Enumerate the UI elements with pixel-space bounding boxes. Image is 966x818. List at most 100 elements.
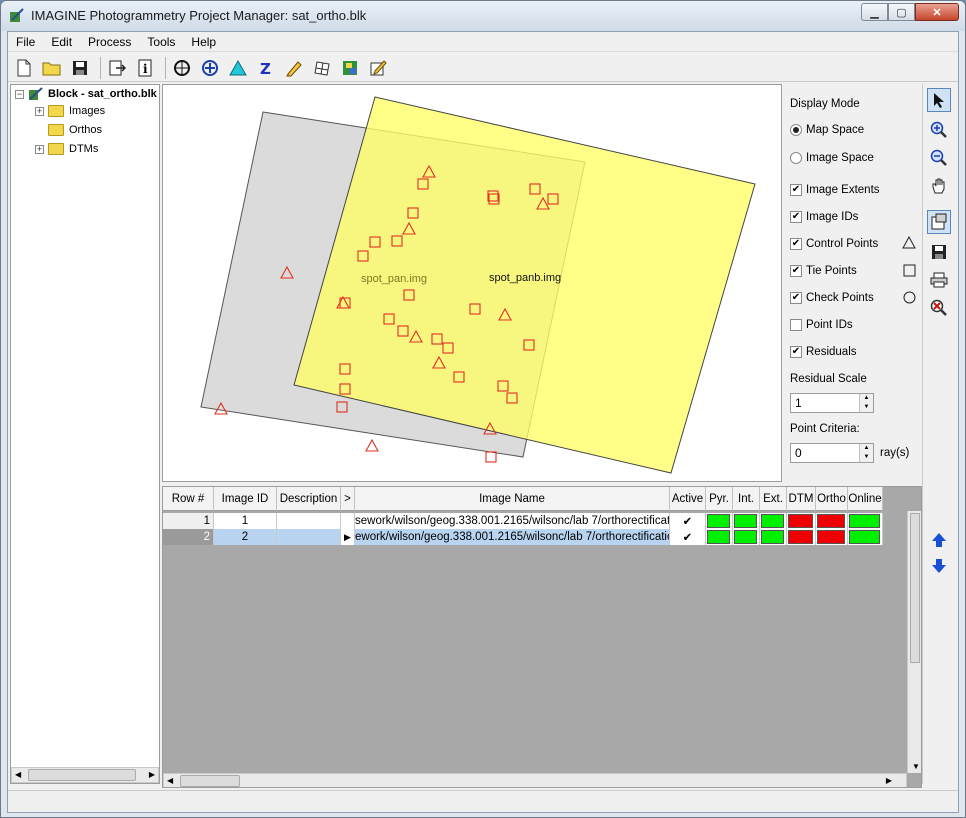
column-header-online[interactable]: Online: [848, 487, 883, 511]
residuals-checkbox[interactable]: ✔ Residuals: [790, 346, 857, 358]
pencil-icon[interactable]: [282, 56, 306, 80]
save-icon[interactable]: [68, 56, 92, 80]
scroll-thumb[interactable]: [28, 769, 136, 781]
column-header-ext[interactable]: Ext.: [760, 487, 787, 511]
image-id-cell[interactable]: 2: [214, 529, 277, 545]
description-cell[interactable]: [277, 513, 341, 529]
point-criteria-value[interactable]: 0: [795, 446, 802, 460]
column-header-row[interactable]: Row #: [163, 487, 214, 511]
column-header-int[interactable]: Int.: [733, 487, 760, 511]
tie-points-checkbox[interactable]: ✔ Tie Points: [790, 265, 857, 277]
scroll-thumb[interactable]: [180, 775, 240, 787]
column-header-dtm[interactable]: DTM: [787, 487, 816, 511]
dtm-status-cell[interactable]: [787, 529, 816, 545]
online-status-cell[interactable]: [848, 513, 883, 529]
checkmark-icon[interactable]: ✔: [790, 238, 802, 250]
exterior-status-cell[interactable]: [760, 513, 787, 529]
image-name-cell[interactable]: sework/wilson/geog.338.001.2165/wilsonc/…: [355, 513, 670, 529]
collapse-icon[interactable]: −: [15, 89, 24, 99]
checkmark-icon[interactable]: ✔: [790, 184, 802, 196]
edit-icon[interactable]: [366, 56, 390, 80]
menu-file[interactable]: File: [8, 35, 43, 49]
move-down-icon[interactable]: [927, 554, 951, 578]
radio-selected-icon[interactable]: [790, 124, 802, 136]
scroll-left-icon[interactable]: ◀: [167, 776, 173, 785]
checkmark-icon[interactable]: ✔: [790, 211, 802, 223]
column-header-image-id[interactable]: Image ID: [214, 487, 277, 511]
menu-tools[interactable]: Tools: [139, 35, 183, 49]
spinner-arrows-icon[interactable]: ▲ ▼: [859, 394, 873, 412]
scroll-down-icon[interactable]: ▼: [912, 762, 920, 771]
online-status-cell[interactable]: [848, 529, 883, 545]
point-ids-checkbox[interactable]: Point IDs: [790, 319, 853, 331]
checkbox-empty[interactable]: [790, 319, 802, 331]
residual-scale-value[interactable]: 1: [795, 396, 802, 410]
column-header-image-name[interactable]: Image Name: [355, 487, 670, 511]
ortho-status-cell[interactable]: [816, 529, 848, 545]
add-points-icon[interactable]: [198, 56, 222, 80]
tree-item-orthos[interactable]: Orthos: [48, 124, 102, 136]
print-icon[interactable]: [927, 268, 951, 292]
zoom-clear-icon[interactable]: [927, 296, 951, 320]
scroll-right-icon[interactable]: ▶: [149, 770, 155, 779]
point-criteria-input[interactable]: 0 ▲ ▼: [790, 443, 874, 463]
column-header-active[interactable]: Active: [670, 487, 706, 511]
tree-horizontal-scrollbar[interactable]: ◀ ▶: [11, 767, 159, 783]
checkmark-icon[interactable]: ✔: [790, 292, 802, 304]
column-header-ortho[interactable]: Ortho: [816, 487, 848, 511]
info-icon[interactable]: i: [133, 56, 157, 80]
ortho-status-cell[interactable]: [816, 513, 848, 529]
ortho-icon[interactable]: [338, 56, 362, 80]
interior-status-cell[interactable]: [733, 513, 760, 529]
interior-status-cell[interactable]: [733, 529, 760, 545]
menu-process[interactable]: Process: [80, 35, 139, 49]
menu-help[interactable]: Help: [183, 35, 224, 49]
residual-scale-input[interactable]: 1 ▲ ▼: [790, 393, 874, 413]
zoom-out-icon[interactable]: [927, 146, 951, 170]
row-number-cell[interactable]: 2: [163, 529, 214, 545]
save-view-icon[interactable]: [927, 240, 951, 264]
checkmark-icon[interactable]: ✔: [790, 346, 802, 358]
open-folder-icon[interactable]: [40, 56, 64, 80]
move-up-icon[interactable]: [927, 528, 951, 552]
column-header-pyr[interactable]: Pyr.: [706, 487, 733, 511]
select-arrow-icon[interactable]: [927, 88, 951, 112]
menu-edit[interactable]: Edit: [43, 35, 80, 49]
scroll-left-icon[interactable]: ◀: [15, 770, 21, 779]
radio-icon[interactable]: [790, 152, 802, 164]
pyramid-status-cell[interactable]: [706, 529, 733, 545]
scroll-thumb[interactable]: [910, 513, 920, 663]
image-space-radio[interactable]: Image Space: [790, 152, 874, 164]
column-header-marker[interactable]: >: [341, 487, 355, 511]
table-vertical-scrollbar[interactable]: ▼: [907, 511, 921, 773]
table-row[interactable]: 1 1 sework/wilson/geog.338.001.2165/wils…: [163, 513, 883, 529]
exterior-status-cell[interactable]: [760, 529, 787, 545]
export-icon[interactable]: [105, 56, 129, 80]
title-bar[interactable]: IMAGINE Photogrammetry Project Manager: …: [1, 1, 965, 31]
tree-root[interactable]: − Block - sat_ortho.blk: [15, 87, 157, 101]
control-point-symbol[interactable]: [365, 438, 379, 452]
new-file-icon[interactable]: [12, 56, 36, 80]
checkmark-icon[interactable]: ✔: [790, 265, 802, 277]
crosshair-icon[interactable]: [170, 56, 194, 80]
properties-icon[interactable]: [927, 210, 951, 234]
image-id-cell[interactable]: 1: [214, 513, 277, 529]
active-checkmark-icon[interactable]: ✔: [670, 513, 706, 529]
description-cell[interactable]: [277, 529, 341, 545]
map-space-radio[interactable]: Map Space: [790, 124, 864, 136]
image-extents-checkbox[interactable]: ✔ Image Extents: [790, 184, 880, 196]
grid-icon[interactable]: [310, 56, 334, 80]
control-points-checkbox[interactable]: ✔ Control Points: [790, 238, 878, 250]
table-row-selected[interactable]: 2 2 ▶ ework/wilson/geog.338.001.2165/wil…: [163, 529, 883, 545]
pyramid-status-cell[interactable]: [706, 513, 733, 529]
z-icon[interactable]: Z: [254, 56, 278, 80]
maximize-icon[interactable]: ▢: [888, 3, 915, 21]
check-points-checkbox[interactable]: ✔ Check Points: [790, 292, 874, 304]
zoom-in-icon[interactable]: [927, 118, 951, 142]
close-icon[interactable]: ✕: [915, 3, 959, 21]
minimize-icon[interactable]: ▁: [861, 3, 888, 21]
tree-item-images[interactable]: + Images: [35, 105, 105, 117]
image-name-cell[interactable]: ework/wilson/geog.338.001.2165/wilsonc/l…: [355, 529, 670, 545]
image-ids-checkbox[interactable]: ✔ Image IDs: [790, 211, 858, 223]
dtm-status-cell[interactable]: [787, 513, 816, 529]
